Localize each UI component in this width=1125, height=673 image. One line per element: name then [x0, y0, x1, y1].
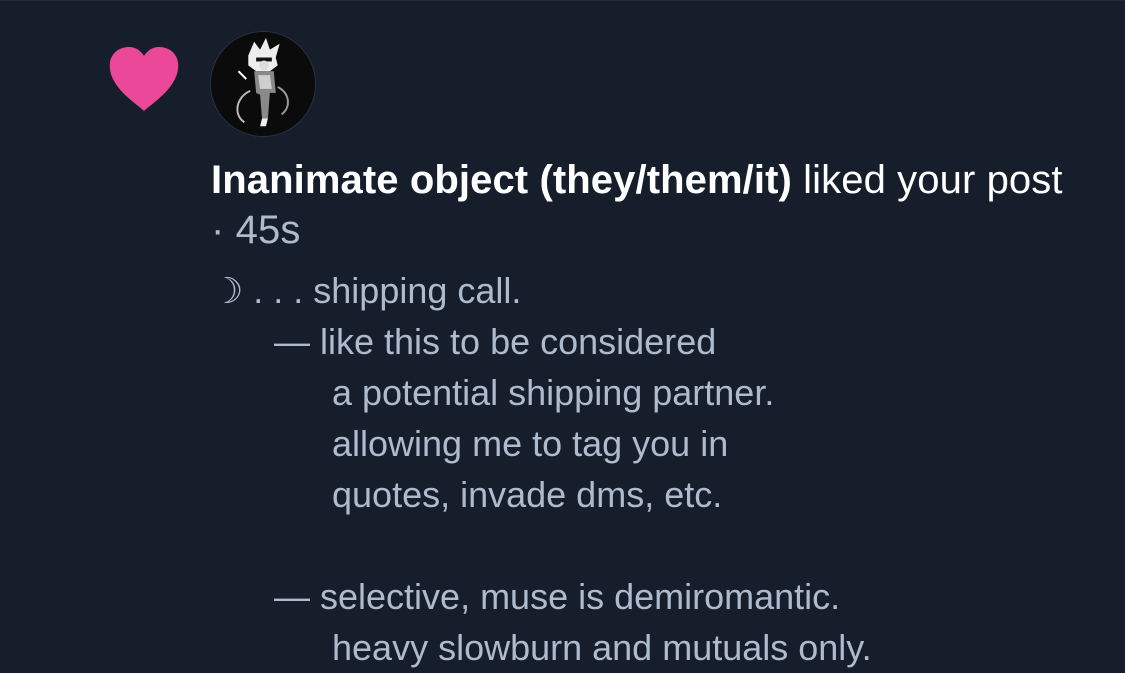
post-line: a potential shipping partner.	[332, 372, 775, 413]
post-preview[interactable]: ☽ . . . shipping call. — like this to be…	[211, 265, 1091, 673]
user-name-link[interactable]: Inanimate object (they/them/it)	[211, 158, 792, 202]
avatar[interactable]	[210, 31, 316, 137]
post-line: ☽ . . . shipping call.	[211, 270, 522, 311]
heart-icon	[109, 47, 179, 111]
notification-item[interactable]: Inanimate object (they/them/it) liked yo…	[0, 0, 1125, 673]
timestamp: 45s	[235, 208, 301, 252]
post-line: allowing me to tag you in	[332, 423, 729, 464]
object-text: your post	[897, 158, 1063, 202]
notification-headline: Inanimate object (they/them/it) liked yo…	[211, 155, 1071, 255]
post-line: quotes, invade dms, etc.	[332, 474, 723, 515]
post-line: — like this to be considered	[274, 321, 717, 362]
action-text: liked	[803, 158, 886, 202]
post-line: heavy slowburn and mutuals only.	[332, 627, 872, 668]
post-line	[211, 520, 1091, 571]
avatar-image	[211, 32, 315, 136]
separator: ·	[211, 208, 225, 252]
post-line: — selective, muse is demiromantic.	[274, 576, 841, 617]
